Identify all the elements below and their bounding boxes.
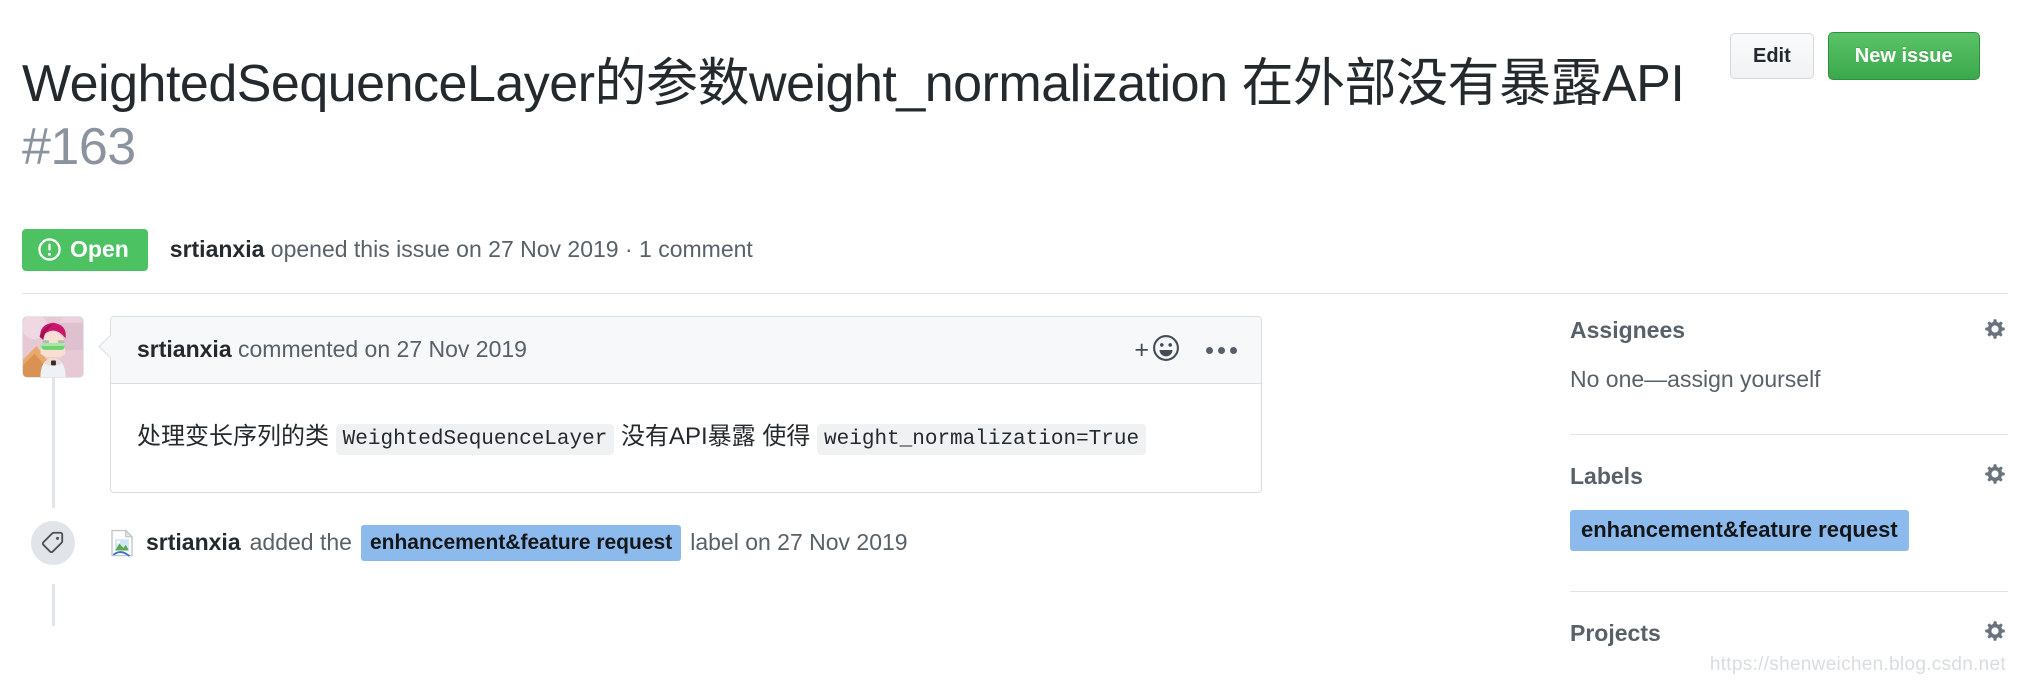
gear-icon[interactable] [1982,316,2008,347]
sidebar-label-chip[interactable]: enhancement&feature request [1570,510,1909,551]
kebab-dot [1218,346,1225,354]
status-badge-label: Open [70,235,129,262]
issue-title-row: WeightedSequenceLayer的参数weight_normaliza… [22,0,2008,215]
comment-header: srtianxia commented on 27 Nov 2019 + [111,316,1261,384]
timeline-connector [52,583,55,626]
timeline-event-text: srtianxia added the enhancement&feature … [107,524,908,562]
issue-meta-rest: opened this issue on 27 Nov 2019 · 1 com… [270,235,753,262]
issue-opened-icon [38,237,61,261]
sidebar-section-labels: Labels enhancement&feature request [1570,461,2008,569]
sidebar-section-projects: Projects [1570,618,2008,685]
edit-button[interactable]: Edit [1730,33,1814,79]
kebab-dot [1230,346,1237,354]
event-label-chip[interactable]: enhancement&feature request [360,524,682,562]
smiley-icon [1152,334,1180,367]
labels-title: Labels [1570,463,1643,490]
issue-meta-row: Open srtianxia opened this issue on 27 N… [22,228,2008,294]
gear-icon[interactable] [1982,618,2008,649]
inline-code-weight-normalization: weight_normalization=True [817,423,1147,455]
add-reaction-button[interactable]: + [1134,334,1180,367]
comment-header-rest: commented on 27 Nov 2019 [238,336,527,363]
sidebar-section-assignees: Assignees No one—assign yourself [1570,316,2008,413]
assignees-title: Assignees [1570,317,1686,344]
projects-title: Projects [1570,619,1661,646]
new-issue-button[interactable]: New issue [1827,32,1980,80]
comment-text-part-1: 处理变长序列的类 [137,422,329,450]
status-badge: Open [22,228,148,271]
page-title: WeightedSequenceLayer的参数weight_normaliza… [22,53,1712,180]
title-actions: Edit New issue [1730,18,1980,80]
kebab-dot [1206,346,1213,354]
comment-header-text: srtianxia commented on 27 Nov 2019 [137,336,527,364]
discussion-timeline: srtianxia commented on 27 Nov 2019 + 处理变… [22,315,1522,688]
event-author-link[interactable]: srtianxia [146,528,241,558]
sidebar-divider [1570,434,2008,436]
issue-number: #163 [22,118,136,177]
labels-list: enhancement&feature request [1570,510,2008,551]
event-suffix-text: label on 27 Nov 2019 [690,529,908,556]
comment-card: srtianxia commented on 27 Nov 2019 + 处理变… [110,315,1262,494]
gear-icon[interactable] [1982,461,2008,492]
event-action-text: added the [249,529,352,556]
comment-menu-button[interactable] [1206,346,1237,354]
issue-sidebar: Assignees No one—assign yourself Labels [1522,316,2008,685]
comment-block: srtianxia commented on 27 Nov 2019 + 处理变… [22,315,1522,494]
issue-author-link[interactable]: srtianxia [170,236,265,262]
assignees-value[interactable]: No one—assign yourself [1570,365,2008,395]
issue-page: WeightedSequenceLayer的参数weight_normaliza… [0,0,2030,688]
inline-code-weightedsequencelayer: WeightedSequenceLayer [335,423,615,455]
sidebar-divider [1570,590,2008,592]
broken-image-icon [107,528,137,558]
timeline-event-labeled: srtianxia added the enhancement&feature … [22,521,1522,566]
projects-header: Projects [1570,618,2008,649]
comment-text-part-2: 没有API暴露 使得 [621,422,811,450]
labels-header: Labels [1570,461,2008,492]
comment-body: 处理变长序列的类 WeightedSequenceLayer 没有API暴露 使… [111,384,1261,493]
assignees-header: Assignees [1570,316,2008,347]
issue-title-text: WeightedSequenceLayer的参数weight_normaliza… [22,54,1685,113]
comment-author-link[interactable]: srtianxia [137,336,232,362]
plus-icon: + [1134,335,1149,364]
issue-body-columns: srtianxia commented on 27 Nov 2019 + 处理变… [22,315,2008,688]
avatar[interactable] [22,315,84,378]
comment-header-actions: + [1134,334,1237,367]
issue-meta-text: srtianxia opened this issue on 27 Nov 20… [170,235,753,265]
tag-icon [31,521,75,566]
